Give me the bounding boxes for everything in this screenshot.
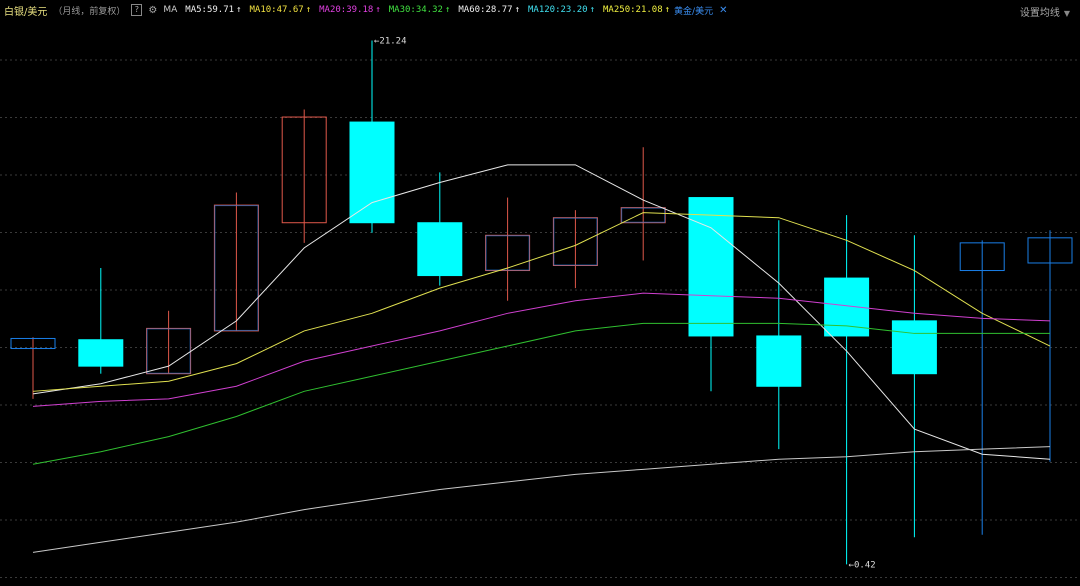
arrow-up-icon: ↑ [514,5,520,15]
extreme-label: ←0.42 [849,560,876,570]
period-mode[interactable]: （月线，前复权） [53,4,125,17]
ma-item-ma250: MA250:21.08 ↑ [603,5,671,15]
candle-body [417,222,463,277]
arrow-up-icon: ↑ [305,5,312,15]
arrow-up-icon: ↑ [236,5,242,15]
close-icon[interactable]: ✕ [719,5,727,16]
ma-item-ma10: MA10:47.67 ↑ [249,5,312,15]
help-icon[interactable]: ? [131,4,143,16]
ma-item-ma20: MA20:39.18 ↑ [319,5,381,15]
ma-settings-button[interactable]: 设置均线 ▼ [1020,4,1070,19]
candle-body [891,320,937,375]
grid [0,59,1080,578]
chevron-down-icon: ▼ [1063,9,1070,18]
candlestick-chart[interactable]: ←21.24 ←0.42 [0,20,1080,586]
extreme-label: ←21.24 [374,37,407,47]
candles [10,40,1073,565]
candle-body [688,197,734,337]
candle-body [349,121,395,224]
ma-line-ma5 [32,164,1051,460]
symbol-title[interactable]: 白银/美元 [4,3,47,18]
chart-header: 白银/美元 （月线，前复权） ? ⚙ MA MA5:59.71 ↑ MA10:47… [0,0,1080,20]
ma-label: MA [163,5,178,15]
candle-body [78,339,124,367]
annotations: ←21.24 ←0.42 [374,37,876,571]
ma-item-ma120: MA120:23.20 ↑ [527,5,596,15]
arrow-up-icon: ↑ [589,5,596,15]
ma-item-ma60: MA60:28.77 ↑ [458,5,520,15]
gear-icon[interactable]: ⚙ [148,5,157,16]
candle-body [756,335,802,387]
arrow-up-icon: ↑ [375,5,381,15]
compare-symbol[interactable]: 黄金/美元 [674,4,713,17]
ma-item-ma5: MA5:59.71 ↑ [185,5,242,15]
ma-item-ma30: MA30:34.32 ↑ [388,5,451,15]
arrow-up-icon: ↑ [444,5,451,15]
arrow-up-icon: ↑ [664,5,671,15]
